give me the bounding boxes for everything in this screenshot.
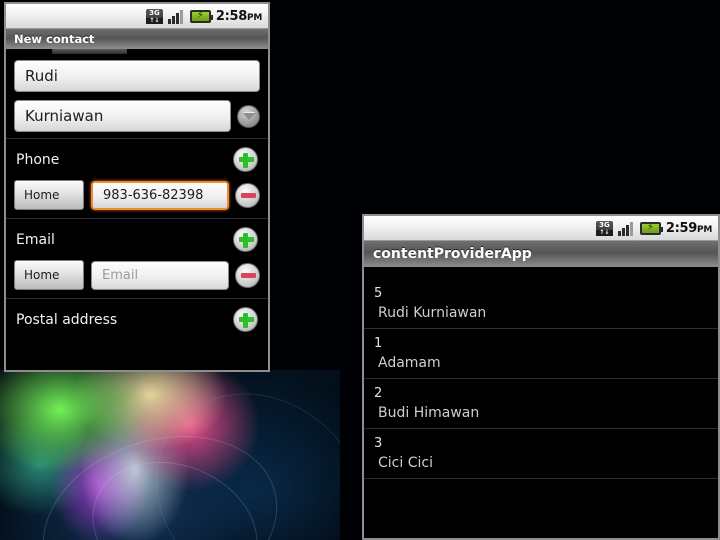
family-name-row: Kurniawan — [6, 96, 268, 136]
family-name-input[interactable]: Kurniawan — [14, 100, 231, 132]
email-type-label: Home — [24, 268, 60, 282]
remove-email-button[interactable] — [235, 262, 260, 288]
signal-bar — [625, 224, 629, 236]
app-title: New contact — [14, 32, 95, 46]
divider — [6, 218, 268, 219]
phone-section-label: Phone — [16, 151, 60, 168]
list-item-id: 5 — [374, 286, 383, 301]
phone-screenshot-content-provider-app: 3G ↑↓ ⚡ 2:59PM contentProviderApp 5 Rudi… — [362, 214, 720, 540]
phone-screenshot-new-contact: 3G ↑↓ ⚡ 2:58PM New contact Rudi Kurniawa… — [4, 2, 270, 372]
given-name-row: Rudi — [6, 56, 268, 96]
email-input[interactable]: Email — [91, 260, 229, 290]
given-name-input[interactable]: Rudi — [14, 60, 260, 92]
phone-section-header: Phone — [6, 141, 268, 178]
add-postal-address-button[interactable] — [233, 307, 258, 332]
battery-charging-glyph: ⚡ — [196, 10, 204, 21]
add-email-button[interactable] — [233, 227, 258, 252]
battery-charging-glyph: ⚡ — [646, 222, 654, 233]
battery-icon: ⚡ — [639, 221, 663, 235]
clock-ampm: PM — [697, 224, 712, 235]
list-item-name: Adamam — [378, 355, 441, 371]
phone-type-label: Home — [24, 188, 60, 202]
status-bar-clock: 2:59PM — [666, 221, 712, 236]
status-bar-clock: 2:58PM — [216, 9, 262, 24]
phone-type-spinner[interactable]: Home — [14, 180, 84, 210]
signal-strength-icon — [167, 9, 185, 24]
network-3g-label: 3G — [149, 8, 160, 17]
phone-value-row: Home 983-636-82398 — [6, 178, 268, 216]
remove-phone-button[interactable] — [235, 182, 260, 208]
chevron-down-icon[interactable] — [237, 104, 260, 128]
signal-bar — [621, 227, 625, 236]
battery-icon: ⚡ — [189, 9, 213, 23]
network-3g-icon: 3G ↑↓ — [595, 220, 613, 236]
email-value-row: Home Email — [6, 258, 268, 296]
signal-bar — [175, 12, 179, 24]
phone-number-input[interactable]: 983-636-82398 — [91, 180, 229, 210]
network-transfer-arrows-icon: ↑↓ — [595, 229, 613, 236]
postal-address-section-header: Postal address — [6, 301, 268, 338]
list-item-id: 2 — [374, 386, 383, 401]
postal-address-label: Postal address — [16, 311, 118, 328]
clock-ampm: PM — [247, 12, 262, 23]
app-title-bar: New contact — [6, 29, 268, 49]
list-item-name: Rudi Kurniawan — [378, 305, 487, 321]
new-contact-form: Rudi Kurniawan Phone Home 983-636-82398 — [6, 56, 268, 338]
list-item[interactable]: 1 Adamam — [364, 329, 718, 379]
divider — [6, 298, 268, 299]
contact-photo-placeholder[interactable] — [52, 49, 127, 54]
list-item-name: Cici Cici — [378, 455, 433, 471]
email-placeholder: Email — [102, 267, 139, 283]
list-item-id: 3 — [374, 436, 383, 451]
family-name-value: Kurniawan — [25, 107, 104, 125]
email-type-spinner[interactable]: Home — [14, 260, 84, 290]
signal-bar — [179, 9, 183, 24]
phone-number-value: 983-636-82398 — [103, 187, 204, 203]
signal-bar — [167, 18, 171, 24]
contact-list[interactable]: 5 Rudi Kurniawan 1 Adamam 2 Budi Himawan… — [364, 267, 718, 479]
network-transfer-arrows-icon: ↑↓ — [145, 17, 163, 24]
network-3g-label: 3G — [599, 220, 610, 229]
email-section-header: Email — [6, 221, 268, 258]
signal-bar — [629, 221, 633, 236]
divider — [6, 138, 268, 139]
list-item-id: 1 — [374, 336, 383, 351]
status-bar: 3G ↑↓ ⚡ 2:58PM — [6, 4, 268, 29]
signal-bar — [171, 15, 175, 24]
app-title-bar: contentProviderApp — [364, 241, 718, 267]
app-title: contentProviderApp — [373, 246, 532, 262]
list-item[interactable]: 3 Cici Cici — [364, 429, 718, 479]
network-3g-icon: 3G ↑↓ — [145, 8, 163, 24]
status-bar: 3G ↑↓ ⚡ 2:59PM — [364, 216, 718, 241]
signal-strength-icon — [617, 221, 635, 236]
clock-time: 2:58 — [215, 8, 248, 24]
list-item[interactable]: 5 Rudi Kurniawan — [364, 279, 718, 329]
signal-bar — [617, 230, 621, 236]
desktop-wallpaper — [0, 370, 340, 540]
add-phone-button[interactable] — [233, 147, 258, 172]
email-section-label: Email — [16, 231, 55, 248]
clock-time: 2:59 — [665, 220, 698, 236]
list-item[interactable]: 2 Budi Himawan — [364, 379, 718, 429]
list-item-name: Budi Himawan — [378, 405, 480, 421]
given-name-value: Rudi — [25, 67, 58, 85]
